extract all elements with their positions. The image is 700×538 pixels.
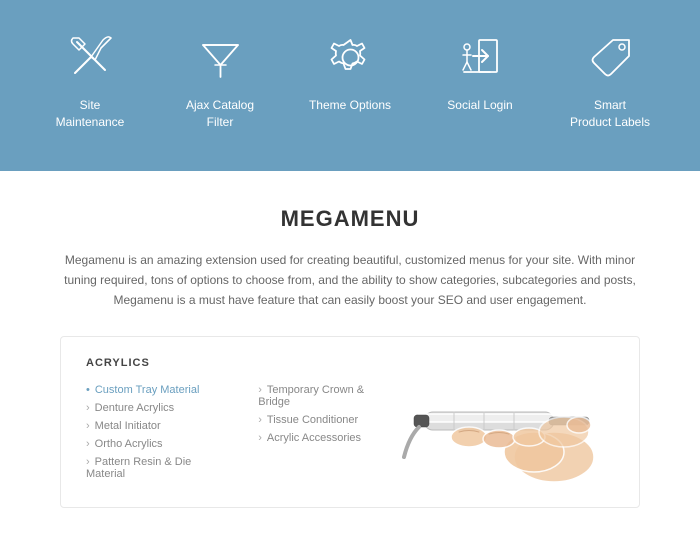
ajax-catalog-label: Ajax CatalogFilter: [186, 97, 254, 131]
door-icon: [453, 30, 508, 85]
menu-column-1: Custom Tray Material Denture Acrylics Me…: [86, 381, 228, 483]
feature-theme-options: Theme Options: [285, 20, 415, 124]
gear-icon: [323, 30, 378, 85]
site-maintenance-label: SiteMaintenance: [56, 97, 125, 131]
feature-site-maintenance: SiteMaintenance: [25, 20, 155, 141]
list-item: Ortho Acrylics: [86, 435, 228, 453]
tag-icon: [583, 30, 638, 85]
megamenu-title: MEGAMENU: [40, 206, 660, 232]
list-item: Pattern Resin & Die Material: [86, 453, 228, 483]
social-login-label: Social Login: [447, 97, 512, 114]
megamenu-section: MEGAMENU Megamenu is an amazing extensio…: [0, 171, 700, 528]
features-icons-row: SiteMaintenance Ajax CatalogFilter Theme…: [0, 20, 700, 141]
list-item: Temporary Crown & Bridge: [258, 381, 394, 411]
megamenu-demo-box: ACRYLICS Custom Tray Material Denture Ac…: [60, 336, 640, 508]
feature-smart-product-labels: SmartProduct Labels: [545, 20, 675, 141]
wrench-icon: [63, 30, 118, 85]
list-item: Tissue Conditioner: [258, 411, 394, 429]
list-item: Custom Tray Material: [86, 381, 228, 399]
list-item: Acrylic Accessories: [258, 429, 394, 447]
menu-category-title: ACRYLICS: [86, 357, 394, 369]
megamenu-description: Megamenu is an amazing extension used fo…: [60, 250, 640, 311]
menu-content: ACRYLICS Custom Tray Material Denture Ac…: [86, 357, 394, 483]
list-item: Denture Acrylics: [86, 399, 228, 417]
menu-column-2: Temporary Crown & Bridge Tissue Conditio…: [258, 381, 394, 483]
list-item: Metal Initiator: [86, 417, 228, 435]
menu-columns: Custom Tray Material Denture Acrylics Me…: [86, 381, 394, 483]
theme-options-label: Theme Options: [309, 97, 391, 114]
feature-ajax-catalog: Ajax CatalogFilter: [155, 20, 285, 141]
feature-social-login: Social Login: [415, 20, 545, 124]
smart-product-labels-label: SmartProduct Labels: [570, 97, 650, 131]
dental-tool-image: [394, 357, 614, 487]
filter-icon: [193, 30, 248, 85]
blue-features-section: SiteMaintenance Ajax CatalogFilter Theme…: [0, 0, 700, 171]
